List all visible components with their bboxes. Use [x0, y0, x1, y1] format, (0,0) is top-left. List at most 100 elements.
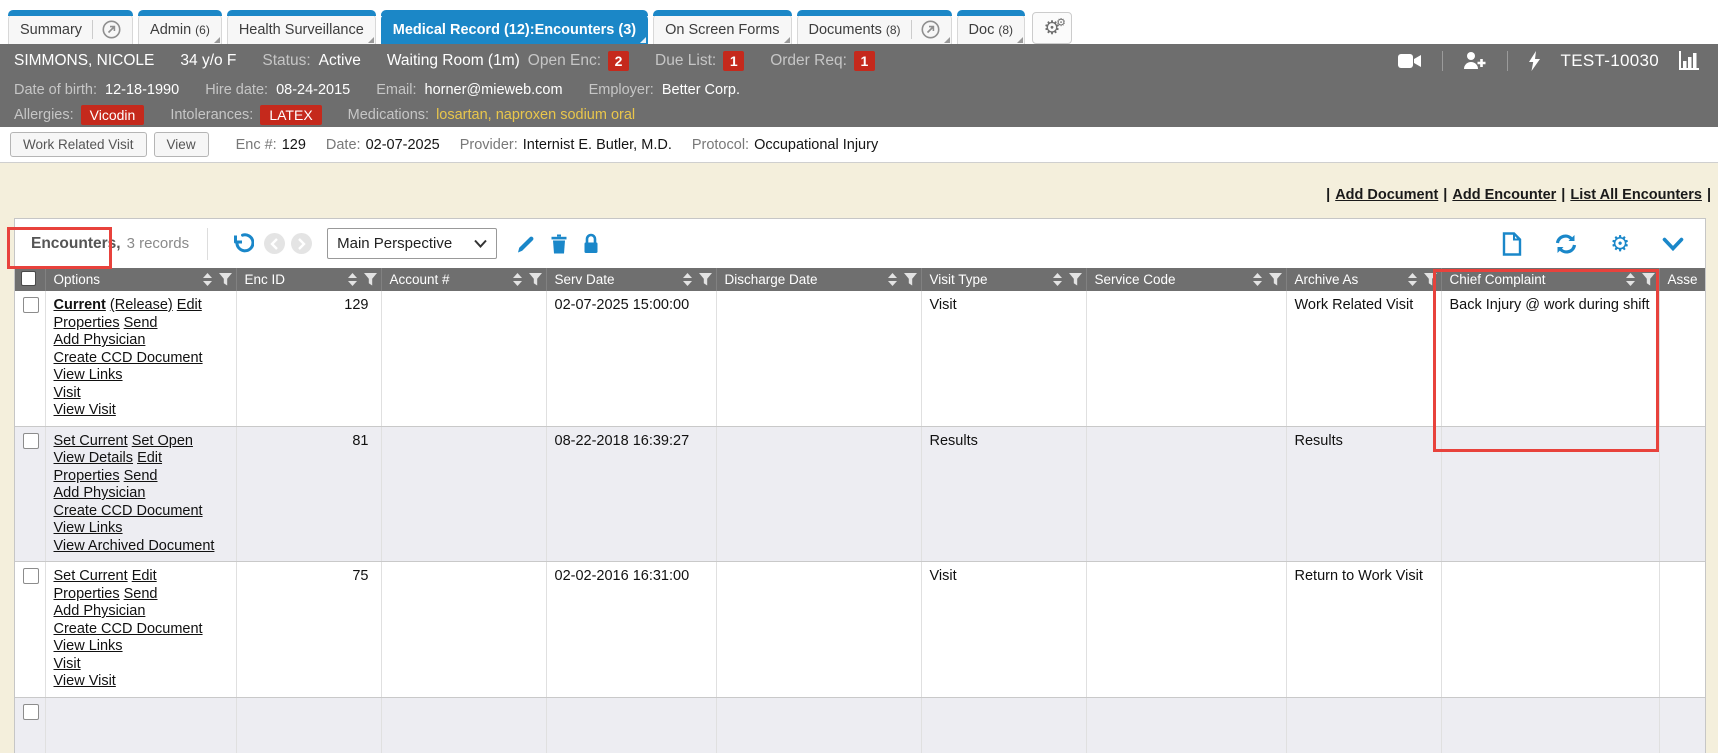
tab-health-surveillance[interactable]: Health Surveillance	[227, 14, 376, 44]
option-link[interactable]: Create CCD Document	[54, 350, 203, 366]
sort-icon[interactable]	[348, 273, 357, 286]
option-link[interactable]: Set Open	[132, 433, 193, 449]
order-req-badge[interactable]: 1	[854, 51, 875, 71]
option-link[interactable]: (Release)	[110, 297, 173, 313]
filter-icon[interactable]	[904, 273, 917, 286]
filter-icon[interactable]	[219, 273, 232, 286]
row-checkbox[interactable]	[23, 433, 39, 449]
filter-icon[interactable]	[1642, 273, 1655, 286]
sort-icon[interactable]	[683, 273, 692, 286]
option-link[interactable]: Edit	[177, 297, 202, 313]
col-header-visit-type[interactable]: Visit Type	[921, 268, 1086, 291]
tab-settings-gears-icon[interactable]: ⚙ ⚙	[1032, 12, 1072, 44]
option-link[interactable]: Set Current	[54, 433, 128, 449]
allergy-chip[interactable]: Vicodin	[81, 105, 145, 125]
tab-medical-record[interactable]: Medical Record (12):Encounters (3)	[381, 14, 648, 44]
option-link[interactable]: Add Physician	[54, 603, 146, 619]
tab-admin[interactable]: Admin (6)	[138, 14, 222, 44]
row-checkbox[interactable]	[23, 568, 39, 584]
tab-documents[interactable]: Documents (8)	[797, 14, 952, 44]
col-header-archive-as[interactable]: Archive As	[1286, 268, 1441, 291]
perspective-select[interactable]: Main Perspective	[327, 228, 497, 259]
option-link[interactable]: Edit	[137, 450, 162, 466]
col-header-serv-date[interactable]: Serv Date	[546, 268, 716, 291]
option-link[interactable]: Properties	[54, 468, 120, 484]
due-list-badge[interactable]: 1	[723, 51, 744, 71]
col-header-discharge-date[interactable]: Discharge Date	[716, 268, 921, 291]
row-select-cell[interactable]	[15, 426, 45, 562]
select-all-checkbox[interactable]	[21, 271, 36, 286]
option-link[interactable]: View Visit	[54, 402, 116, 418]
option-link[interactable]: Visit	[54, 385, 81, 401]
sort-icon[interactable]	[1253, 273, 1262, 286]
tab-summary[interactable]: Summary	[8, 14, 133, 44]
filter-icon[interactable]	[1269, 273, 1282, 286]
col-header-assessments[interactable]: Asse	[1659, 268, 1705, 291]
collapse-chevron-icon[interactable]	[1662, 237, 1684, 252]
filter-icon[interactable]	[1424, 273, 1437, 286]
col-header-enc-id[interactable]: Enc ID	[236, 268, 381, 291]
view-button[interactable]: View	[154, 132, 209, 157]
option-link[interactable]: Visit	[54, 656, 81, 672]
select-all-header[interactable]	[15, 268, 45, 291]
row-select-cell[interactable]	[15, 697, 45, 753]
row-select-cell[interactable]	[15, 291, 45, 426]
undo-icon[interactable]	[231, 232, 254, 255]
list-all-encounters-link[interactable]: List All Encounters	[1570, 187, 1702, 203]
option-link[interactable]: View Details	[54, 450, 134, 466]
lightning-icon[interactable]	[1528, 51, 1541, 71]
sort-icon[interactable]	[1053, 273, 1062, 286]
bar-chart-icon[interactable]	[1679, 51, 1699, 70]
grid-settings-gear-icon[interactable]: ⚙	[1610, 233, 1630, 255]
option-link[interactable]: View Links	[54, 367, 123, 383]
option-link[interactable]: Create CCD Document	[54, 503, 203, 519]
tab-on-screen-forms[interactable]: On Screen Forms	[653, 14, 791, 44]
sort-icon[interactable]	[1408, 273, 1417, 286]
sort-icon[interactable]	[513, 273, 522, 286]
option-link[interactable]: Current	[54, 297, 106, 313]
option-link[interactable]: View Archived Document	[54, 538, 215, 554]
option-link[interactable]: Add Physician	[54, 485, 146, 501]
option-link[interactable]: Set Current	[54, 568, 128, 584]
option-link[interactable]: Create CCD Document	[54, 621, 203, 637]
tab-doc[interactable]: Doc (8)	[957, 14, 1025, 44]
option-link[interactable]: View Links	[54, 520, 123, 536]
option-link[interactable]: Properties	[54, 586, 120, 602]
filter-icon[interactable]	[1069, 273, 1082, 286]
new-document-icon[interactable]	[1502, 232, 1522, 256]
col-header-service-code[interactable]: Service Code	[1086, 268, 1286, 291]
open-enc-badge[interactable]: 2	[608, 51, 629, 71]
lock-icon[interactable]	[582, 233, 600, 254]
delete-trash-icon[interactable]	[550, 234, 568, 254]
option-link[interactable]: Properties	[54, 315, 120, 331]
sort-icon[interactable]	[1626, 273, 1635, 286]
prev-page-icon[interactable]	[264, 233, 285, 254]
option-link[interactable]: Edit	[132, 568, 157, 584]
option-link[interactable]: Send	[124, 315, 158, 331]
refresh-icon[interactable]	[1554, 233, 1578, 255]
col-header-account[interactable]: Account #	[381, 268, 546, 291]
sort-icon[interactable]	[888, 273, 897, 286]
medications-value[interactable]: losartan, naproxen sodium oral	[436, 107, 635, 123]
popout-icon[interactable]	[92, 20, 121, 39]
row-select-cell[interactable]	[15, 562, 45, 698]
row-checkbox[interactable]	[23, 704, 39, 720]
add-person-icon[interactable]	[1463, 51, 1487, 70]
filter-icon[interactable]	[699, 273, 712, 286]
option-link[interactable]: Add Physician	[54, 332, 146, 348]
popout-icon[interactable]	[911, 20, 940, 39]
add-document-link[interactable]: Add Document	[1335, 187, 1438, 203]
add-encounter-link[interactable]: Add Encounter	[1452, 187, 1556, 203]
option-link[interactable]: View Visit	[54, 673, 116, 689]
video-camera-icon[interactable]	[1398, 52, 1422, 70]
option-link[interactable]: Send	[124, 586, 158, 602]
option-link[interactable]: View Links	[54, 638, 123, 654]
filter-icon[interactable]	[364, 273, 377, 286]
edit-pencil-icon[interactable]	[516, 234, 536, 254]
intolerance-chip[interactable]: LATEX	[260, 105, 321, 125]
sort-icon[interactable]	[203, 273, 212, 286]
work-related-visit-button[interactable]: Work Related Visit	[10, 132, 147, 157]
filter-icon[interactable]	[529, 273, 542, 286]
row-checkbox[interactable]	[23, 297, 39, 313]
next-page-icon[interactable]	[291, 233, 312, 254]
